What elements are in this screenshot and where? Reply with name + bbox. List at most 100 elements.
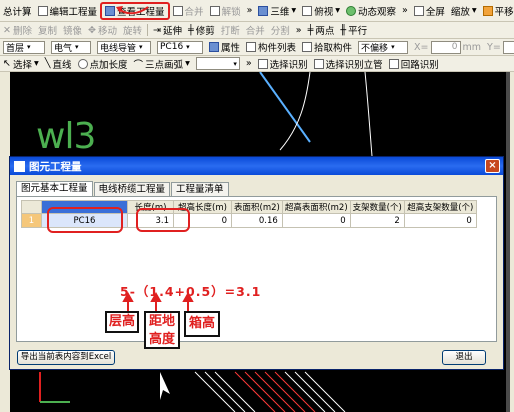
spec-select[interactable]: PC16 ▾ [154,39,206,55]
tab-bill[interactable]: 工程量清单 [171,182,229,196]
parallel-button[interactable]: ╫ 平行 [337,22,370,38]
cell-area[interactable]: 0.16 [231,213,283,228]
select-button[interactable]: ↖ 选择 ▾ [0,56,42,71]
exit-button[interactable]: 退出 [442,350,486,365]
mirror-button[interactable]: 镜像 [60,22,85,38]
cell-over-bracket[interactable]: 0 [403,213,477,228]
type-value: 电线导管 [100,43,137,54]
property-button[interactable]: 属性 [206,39,243,55]
edit-toolbar: ✕ 删除 复制 镜像 ✥ 移动 旋转 ⇥ 延伸 ╪ 修剪 打断 合并 分割 » … [0,22,514,39]
zoom-label: 缩放 [450,6,470,18]
fullscreen-label: 全屏 [425,6,445,18]
x-value: 0 [451,42,458,52]
edit-quantity-button[interactable]: 编辑工程量 [35,0,101,21]
move-button[interactable]: ✥ 移动 [85,22,120,38]
tab-basic-quantity[interactable]: 图元基本工程量 [16,181,93,196]
box-height-label: 箱高 [184,311,220,337]
column-header [21,200,42,214]
rotate-button[interactable]: 旋转 [120,22,145,38]
riser-identify-button[interactable]: 选择识别立管 [311,56,386,71]
y-coordinate[interactable]: Y=0 [484,39,514,55]
arc-button[interactable]: ⌒ 三点画弧 ▾ [131,56,193,71]
add-length-label: 点加长度 [89,59,128,71]
unlock-button[interactable]: 解锁 [207,0,244,21]
dialog-app-icon [14,160,25,172]
top-view-button[interactable]: 俯视 ▾ [299,0,343,21]
top-view-icon [302,5,313,16]
loop-identify-button[interactable]: 回路识别 [386,56,442,71]
copy-label: 复制 [37,26,57,37]
extend-button[interactable]: ⇥ 延伸 [150,22,185,38]
circuit-label: wl3 [36,116,96,157]
split-label: 分割 [270,26,290,37]
list-icon [246,42,257,52]
orbit-icon [345,5,356,16]
fullscreen-icon [413,5,424,16]
arc-mode-select[interactable]: ▾ [193,56,243,71]
merge2-button[interactable]: 合并 [243,22,268,38]
component-list-label: 构件列表 [258,43,297,54]
top-view-label: 俯视 [314,6,334,18]
x-unit: mm [462,41,482,53]
break-label: 打断 [220,26,240,37]
length-highlight [136,208,190,232]
cell-bracket[interactable]: 2 [349,213,405,228]
distance-from-floor-label: 距地高度 [144,311,180,349]
arc-label: 三点画弧 [145,59,184,71]
cube-icon [258,5,269,16]
merge-label: 合并 [184,6,204,18]
overflow-chevron-3[interactable]: » [293,22,305,38]
rotate-label: 旋转 [123,26,143,37]
type-select[interactable]: 电线导管 ▾ [94,39,154,55]
pick-component-button[interactable]: 拾取构件 [299,39,355,55]
view-3d-label: 三维 [270,6,290,18]
tab-cable-quantity[interactable]: 电线桥缆工程量 [93,182,171,196]
overflow-chevron-2[interactable]: » [399,0,411,21]
close-button[interactable]: × [485,159,500,173]
edit-quantity-label: 编辑工程量 [49,6,98,18]
zoom-button[interactable]: 缩放 ▾ [448,0,480,21]
select-identify-button[interactable]: 选择识别 [255,56,311,71]
floor-select[interactable]: 首层 ▾ [0,39,48,55]
calc-button[interactable]: 总计算 [0,0,35,21]
trim-button[interactable]: ╪ 修剪 [185,22,218,38]
dynamic-observe-button[interactable]: 动态观察 [343,0,399,21]
x-coordinate[interactable]: X= 0 mm [411,39,484,55]
fullscreen-button[interactable]: 全屏 [411,0,448,21]
column-header-over-bracket: 超高支架数量(个) [403,200,477,214]
two-point-label: 两点 [315,26,335,37]
delete-button[interactable]: ✕ 删除 [0,22,35,38]
add-length-button[interactable]: 点加长度 [75,56,131,71]
merge-button[interactable]: 合并 [170,0,207,21]
offset-select[interactable]: 不偏移 ▾ [355,39,411,55]
riser-identify-label: 选择识别立管 [325,59,383,71]
discipline-value: 电气 [54,43,73,54]
line-label: 直线 [52,59,72,71]
break-button[interactable]: 打断 [218,22,243,38]
export-excel-button[interactable]: 导出当前表内容到Excel [17,350,115,365]
view-3d-button[interactable]: 三维 ▾ [255,0,299,21]
cell-over-area[interactable]: 0 [281,213,351,228]
overflow-chevron-4[interactable]: » [243,56,255,71]
pan-button[interactable]: 平移 ▾ [480,0,514,21]
pick-icon [302,42,313,52]
add-length-icon [77,58,88,69]
overflow-chevron[interactable]: » [244,0,256,21]
two-point-button[interactable]: ╪ 两点 [305,22,338,38]
row-number: 1 [21,213,42,228]
component-list-button[interactable]: 构件列表 [243,39,299,55]
discipline-select[interactable]: 电气 ▾ [48,39,94,55]
parallel-label: 平行 [348,26,368,37]
unlock-icon [209,5,220,16]
split-button[interactable]: 分割 [268,22,293,38]
dialog-title-bar[interactable]: 图元工程量 [10,157,503,175]
extend-label: 延伸 [162,26,182,37]
mirror-label: 镜像 [63,26,83,37]
column-header-area: 表面积(m2) [231,200,283,214]
select-identify-label: 选择识别 [269,59,308,71]
property-label: 属性 [221,43,241,54]
copy-button[interactable]: 复制 [35,22,60,38]
line-button[interactable]: ╲ 直线 [42,56,75,71]
merge-icon [172,5,183,16]
dialog-tabs: 图元基本工程量 电线桥缆工程量 工程量清单 [16,181,229,196]
